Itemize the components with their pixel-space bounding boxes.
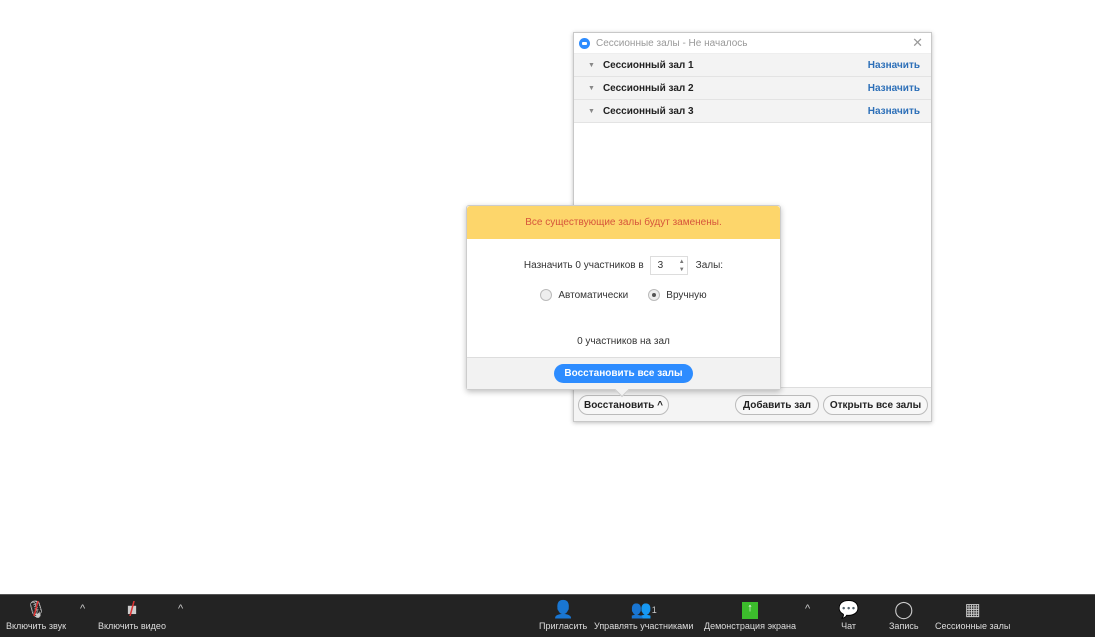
- auto-label: Автоматически: [558, 289, 629, 301]
- expand-triangle-icon[interactable]: ▼: [588, 62, 595, 69]
- record-button[interactable]: ◯ Запись: [889, 599, 919, 631]
- audio-options-chevron-icon[interactable]: ^: [80, 603, 85, 615]
- restore-button[interactable]: Восстановить ^: [578, 395, 669, 415]
- restore-all-rooms-button[interactable]: Восстановить все залы: [554, 364, 693, 383]
- share-options-chevron-icon[interactable]: ^: [805, 603, 810, 615]
- invite-person-icon: 👤: [552, 600, 574, 619]
- warning-banner: Все существующие залы будут заменены.: [467, 206, 780, 239]
- share-screen-icon: ↑: [741, 599, 758, 621]
- room-count-stepper[interactable]: 3 ▲ ▼: [649, 256, 688, 275]
- participants-count: 1: [651, 605, 657, 615]
- participants-label: Управлять участниками: [594, 621, 694, 631]
- share-label: Демонстрация экрана: [704, 621, 796, 631]
- assign-label: Назначить 0 участников в: [523, 260, 644, 271]
- breakout-label: Сессионные залы: [935, 621, 1011, 631]
- invite-label: Пригласить: [539, 621, 588, 631]
- unmute-button[interactable]: 🎙 / Включить звук: [6, 598, 67, 632]
- breakout-rooms-button[interactable]: ▦ Сессионные залы: [935, 599, 1010, 631]
- share-screen-button[interactable]: ↑ Демонстрация экрана: [704, 599, 796, 631]
- breakout-grid-icon: ▦: [964, 600, 981, 619]
- open-all-rooms-button[interactable]: Открыть все залы: [823, 395, 928, 415]
- room-row[interactable]: ▼ Сессионный зал 1 Назначить: [574, 54, 931, 77]
- stepper-arrows-icon[interactable]: ▲ ▼: [679, 258, 685, 274]
- room-row[interactable]: ▼ Сессионный зал 2 Назначить: [574, 77, 931, 100]
- unmute-label: Включить звук: [6, 621, 67, 631]
- video-options-chevron-icon[interactable]: ^: [178, 603, 183, 615]
- chat-icon: 💬: [838, 600, 860, 619]
- chat-label: Чат: [841, 621, 857, 631]
- chat-button[interactable]: 💬 Чат: [838, 599, 859, 631]
- room-name: Сессионный зал 2: [602, 82, 694, 94]
- rooms-label: Залы:: [695, 260, 724, 271]
- recreate-rooms-popup: Все существующие залы будут заменены. На…: [466, 205, 781, 398]
- manage-participants-button[interactable]: 👥 1 Управлять участниками: [594, 599, 693, 631]
- assign-link[interactable]: Назначить: [868, 83, 920, 94]
- meeting-toolbar: 🎙 / Включить звук ^ ■ / Включить видео ^ 👤 Пр…: [0, 594, 1095, 637]
- window-title: Сессионные залы - Не началось: [596, 37, 748, 49]
- manual-label: Вручную: [666, 289, 707, 301]
- room-row[interactable]: ▼ Сессионный зал 3 Назначить: [574, 100, 931, 123]
- muted-mic-icon: 🎙 /: [25, 598, 47, 621]
- invite-button[interactable]: 👤 Пригласить: [539, 599, 587, 631]
- chevron-up-icon: ^: [657, 399, 663, 411]
- record-label: Запись: [889, 621, 919, 631]
- video-label: Включить видео: [98, 621, 166, 631]
- room-count-value: 3: [657, 260, 664, 271]
- expand-triangle-icon[interactable]: ▼: [588, 85, 595, 92]
- title-bar: Сессионные залы - Не началось ✕: [574, 33, 931, 54]
- participants-icon: 👥 1: [630, 600, 657, 619]
- room-name: Сессионный зал 3: [602, 105, 694, 117]
- window-footer: Восстановить ^ Добавить зал Открыть все …: [574, 387, 931, 421]
- manual-radio[interactable]: [648, 289, 661, 301]
- zoom-logo-icon: [579, 37, 590, 49]
- restore-label: Восстановить: [584, 399, 655, 411]
- add-room-button[interactable]: Добавить зал: [735, 395, 819, 415]
- auto-radio[interactable]: [540, 289, 553, 301]
- record-icon: ◯: [894, 600, 914, 619]
- expand-triangle-icon[interactable]: ▼: [588, 108, 595, 115]
- room-name: Сессионный зал 1: [602, 59, 694, 71]
- start-video-button[interactable]: ■ / Включить видео: [98, 598, 166, 632]
- video-off-icon: ■ /: [126, 598, 138, 621]
- assign-link[interactable]: Назначить: [868, 106, 920, 117]
- close-icon[interactable]: ✕: [912, 35, 923, 51]
- assign-link[interactable]: Назначить: [868, 60, 920, 71]
- per-room-text: 0 участников на зал: [577, 336, 670, 347]
